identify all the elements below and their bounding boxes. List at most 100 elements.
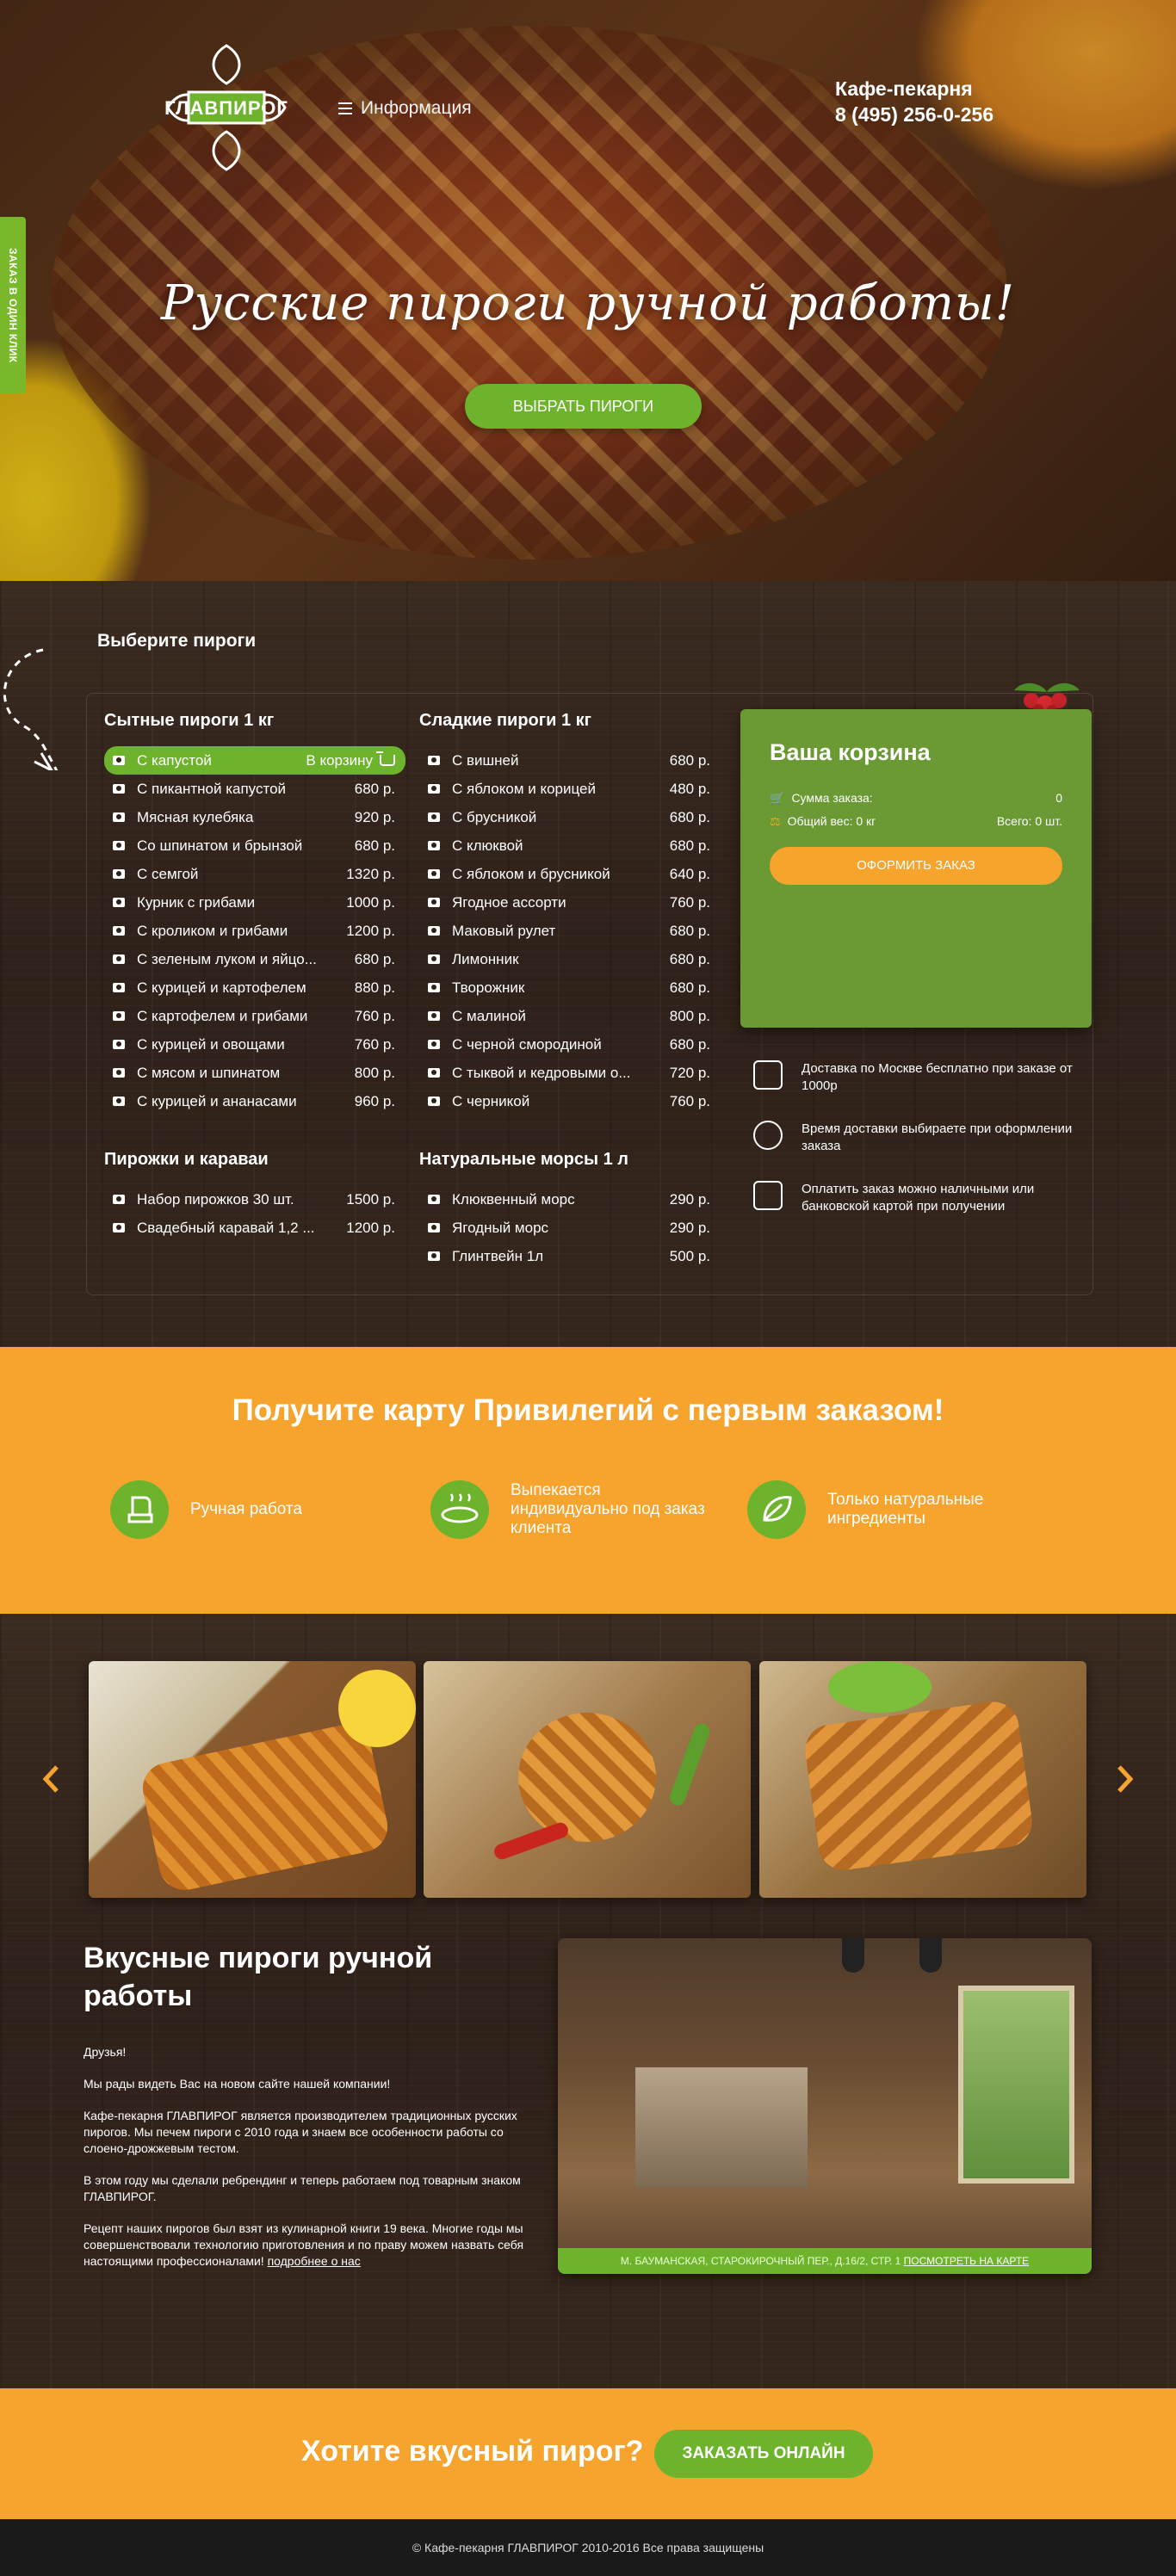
camera-icon[interactable]	[113, 784, 125, 794]
cart-sum-label: Сумма заказа:	[791, 791, 873, 805]
feature-natural: Только натуральные ингредиенты	[747, 1480, 1034, 1539]
camera-icon[interactable]	[428, 869, 440, 879]
menu-item[interactable]: Ягодный морс 290 р.	[419, 1214, 721, 1242]
menu-item[interactable]: С кроликом и грибами 1200 р.	[104, 917, 405, 945]
menu-item[interactable]: С клюквой 680 р.	[419, 831, 721, 860]
menu-item[interactable]: С семгой 1320 р.	[104, 860, 405, 888]
camera-icon[interactable]	[113, 954, 125, 964]
camera-icon[interactable]	[428, 1040, 440, 1049]
menu-item[interactable]: Лимонник 680 р.	[419, 945, 721, 973]
menu-item[interactable]: С яблоком и корицей 480 р.	[419, 775, 721, 803]
camera-icon[interactable]	[428, 756, 440, 765]
menu-item[interactable]: Ягодное ассорти 760 р.	[419, 888, 721, 917]
info-menu-link[interactable]: Информация	[338, 98, 472, 119]
menu-column-drinks: Натуральные морсы 1 л Клюквенный морс 290 …	[419, 1150, 721, 1270]
menu-item-price: 290 р.	[669, 1219, 710, 1236]
map-link[interactable]: ПОСМОТРЕТЬ НА КАРТЕ	[904, 2255, 1030, 2267]
camera-icon[interactable]	[428, 784, 440, 794]
gallery-photo-2[interactable]	[424, 1661, 751, 1898]
cart-weight-label: Общий вес: 0 кг	[787, 814, 876, 828]
menu-item-price: 760 р.	[354, 1035, 395, 1053]
menu-item[interactable]: Мясная кулебяка 920 р.	[104, 803, 405, 831]
about-title: Вкусные пироги ручной работы	[84, 1942, 433, 2012]
menu-item-name: Мясная кулебяка	[137, 808, 254, 825]
add-to-cart-button[interactable]: В корзину	[306, 751, 395, 769]
camera-icon[interactable]	[428, 954, 440, 964]
camera-icon[interactable]	[113, 983, 125, 992]
camera-icon[interactable]	[428, 1096, 440, 1106]
camera-icon[interactable]	[113, 841, 125, 850]
next-arrow-icon[interactable]	[1116, 1764, 1135, 1794]
menu-item[interactable]: С капустой В корзину	[104, 746, 405, 775]
camera-icon[interactable]	[428, 983, 440, 992]
menu-item[interactable]: С черной смородиной 680 р.	[419, 1030, 721, 1059]
menu-item[interactable]: С картофелем и грибами 760 р.	[104, 1002, 405, 1030]
about-more-link[interactable]: подробнее о нас	[268, 2254, 361, 2268]
menu-item[interactable]: Курник с грибами 1000 р.	[104, 888, 405, 917]
camera-icon[interactable]	[428, 926, 440, 936]
menu-item[interactable]: Творожник 680 р.	[419, 973, 721, 1002]
menu-item[interactable]: С курицей и ананасами 960 р.	[104, 1087, 405, 1115]
about-paragraph: Кафе-пекарня ГЛАВПИРОГ является производ…	[84, 2109, 517, 2155]
menu-item[interactable]: С курицей и овощами 760 р.	[104, 1030, 405, 1059]
menu-item[interactable]: Клюквенный морс 290 р.	[419, 1185, 721, 1214]
camera-icon[interactable]	[113, 926, 125, 936]
order-cta-banner: Хотите вкусный пирог? ЗАКАЗАТЬ ОНЛАЙН	[0, 2388, 1176, 2519]
menu-item[interactable]: С курицей и картофелем 880 р.	[104, 973, 405, 1002]
menu-item[interactable]: С вишней 680 р.	[419, 746, 721, 775]
cart-weight-row: ⚖ Общий вес: 0 кг Всего: 0 шт.	[770, 814, 1062, 829]
menu-item[interactable]: С брусникой 680 р.	[419, 803, 721, 831]
menu-item[interactable]: С пикантной капустой 680 р.	[104, 775, 405, 803]
logo[interactable]: ГЛАВПИРОГ	[158, 39, 295, 176]
menu-item-name: Ягодный морс	[452, 1219, 549, 1236]
contact-phone[interactable]: 8 (495) 256-0-256	[835, 102, 993, 127]
about-paragraph: В этом году мы сделали ребрендинг и тепе…	[84, 2173, 521, 2203]
camera-icon[interactable]	[113, 1223, 125, 1232]
checkout-button[interactable]: ОФОРМИТЬ ЗАКАЗ	[770, 847, 1062, 885]
menu-item[interactable]: С мясом и шпинатом 800 р.	[104, 1059, 405, 1087]
menu-item[interactable]: С малиной 800 р.	[419, 1002, 721, 1030]
menu-item[interactable]: С тыквой и кедровыми о... 720 р.	[419, 1059, 721, 1087]
camera-icon[interactable]	[113, 756, 125, 765]
gallery-photo-3[interactable]	[759, 1661, 1086, 1898]
menu-item[interactable]: Набор пирожков 30 шт. 1500 р.	[104, 1185, 405, 1214]
gallery-photo-1[interactable]	[89, 1661, 416, 1898]
camera-icon[interactable]	[113, 1011, 125, 1021]
order-online-button[interactable]: ЗАКАЗАТЬ ОНЛАЙН	[654, 2430, 873, 2478]
menu-item[interactable]: Со шпинатом и брынзой 680 р.	[104, 831, 405, 860]
menu-item-price: 680 р.	[669, 751, 710, 769]
menu-item-name: С яблоком и корицей	[452, 780, 596, 797]
camera-icon[interactable]	[428, 1011, 440, 1021]
menu-item[interactable]: С черникой 760 р.	[419, 1087, 721, 1115]
menu-item-price: 760 р.	[354, 1007, 395, 1024]
camera-icon[interactable]	[428, 812, 440, 822]
about-paragraph: Рецепт наших пирогов был взят из кулинар…	[84, 2221, 524, 2268]
camera-icon[interactable]	[428, 841, 440, 850]
camera-icon[interactable]	[428, 1195, 440, 1204]
menu-item[interactable]: Маковый рулет 680 р.	[419, 917, 721, 945]
camera-icon[interactable]	[428, 898, 440, 907]
menu-item-price: 680 р.	[669, 808, 710, 825]
gallery-about-section: Вкусные пироги ручной работы Друзья! Мы …	[0, 1614, 1176, 2388]
camera-icon[interactable]	[113, 1068, 125, 1078]
menu-item[interactable]: С яблоком и брусникой 640 р.	[419, 860, 721, 888]
camera-icon[interactable]	[428, 1068, 440, 1078]
menu-item[interactable]: С зеленым луком и яйцо... 680 р.	[104, 945, 405, 973]
camera-icon[interactable]	[113, 1040, 125, 1049]
feature-made-to-order: Выпекается индивидуально под заказ клиен…	[430, 1480, 717, 1539]
cart-icon: 🛒	[770, 791, 785, 805]
choose-pies-button[interactable]: ВЫБРАТЬ ПИРОГИ	[465, 384, 702, 429]
camera-icon[interactable]	[428, 1223, 440, 1232]
hero-banner: ЗАКАЗ В ОДИН КЛИК ГЛАВПИРОГ Информация К…	[0, 0, 1176, 581]
hamburger-icon	[338, 102, 352, 114]
camera-icon[interactable]	[113, 898, 125, 907]
camera-icon[interactable]	[113, 869, 125, 879]
camera-icon[interactable]	[428, 1251, 440, 1261]
camera-icon[interactable]	[113, 812, 125, 822]
menu-item[interactable]: Глинтвейн 1л 500 р.	[419, 1242, 721, 1270]
menu-item[interactable]: Свадебный каравай 1,2 ... 1200 р.	[104, 1214, 405, 1242]
camera-icon[interactable]	[113, 1195, 125, 1204]
camera-icon[interactable]	[113, 1096, 125, 1106]
prev-arrow-icon[interactable]	[41, 1764, 60, 1794]
feature-label: Только натуральные ингредиенты	[827, 1491, 984, 1528]
